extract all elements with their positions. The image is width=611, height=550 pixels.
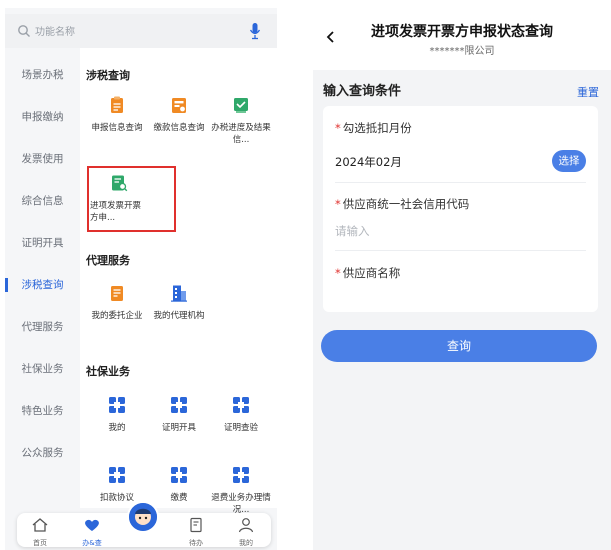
tab-label: 首页 (33, 539, 47, 547)
progress-doc-icon (234, 98, 248, 113)
tile-progress-result[interactable]: 办税进度及结果信... (210, 96, 272, 146)
microphone-icon[interactable] (249, 22, 261, 40)
tab-todo[interactable]: 待办 (181, 517, 211, 548)
sidebar-item-public[interactable]: 公众服务 (5, 445, 80, 460)
tile-my-entrusting-company[interactable]: 我的委托企业 (86, 284, 148, 322)
credit-label-text: 供应商统一社会信用代码 (342, 197, 470, 211)
section-title-agency: 代理服务 (86, 254, 130, 267)
sidebar-item-invoice-use[interactable]: 发票使用 (5, 151, 80, 166)
search-input[interactable]: 功能名称 (35, 23, 75, 38)
credit-code-input[interactable]: 请输入 (335, 223, 370, 239)
sidebar-item-social-insurance[interactable]: 社保业务 (5, 361, 80, 376)
tile-social-certificate[interactable]: 证明开具 (148, 396, 210, 434)
heart-icon (85, 519, 99, 531)
tab-label: 我的 (239, 539, 253, 547)
sidebar-item-general-info[interactable]: 综合信息 (5, 193, 80, 208)
grid-icon (109, 397, 125, 413)
sidebar-item-tax-query[interactable]: 涉税查询 (5, 277, 80, 292)
query-button[interactable]: 查询 (321, 330, 597, 362)
category-sidebar: 场景办税 申报缴纳 发票使用 综合信息 证明开具 涉税查询 代理服务 社保业务 … (5, 48, 80, 508)
search-icon (18, 25, 30, 37)
tile-declare-info-query[interactable]: 申报信息查询 (86, 96, 148, 134)
reset-button[interactable]: 重置 (577, 84, 599, 100)
grid-icon (109, 467, 125, 483)
tab-home[interactable]: 首页 (25, 517, 55, 548)
tile-label: 申报信息查询 (91, 123, 143, 133)
divider (335, 182, 586, 183)
page-header: 进项发票开票方申报状态查询 *******限公司 (313, 8, 611, 70)
form-title: 输入查询条件 (323, 84, 402, 99)
tile-label: 证明开具 (161, 423, 196, 433)
query-page: 进项发票开票方申报状态查询 *******限公司 输入查询条件 重置 * 勾选抵扣… (313, 8, 611, 550)
query-form: * 勾选抵扣月份 2024年02月 选择 * 供应商统一社会信用代码 请输入 * 供应… (323, 106, 598, 312)
tile-social-verify[interactable]: 证明查验 (210, 396, 272, 434)
entrust-doc-icon (111, 286, 123, 301)
assistant-avatar[interactable] (127, 501, 159, 533)
document-clock-icon (111, 96, 123, 113)
tile-input-invoice-issuer-query[interactable]: 进项发票开票方申... (90, 174, 148, 224)
service-hall-panel: 功能名称 场景办税 申报缴纳 发票使用 综合信息 证明开具 涉税查询 代理服务 … (5, 8, 277, 550)
credit-code-field-label: * 供应商统一社会信用代码 (335, 197, 470, 211)
grid-icon (233, 397, 249, 413)
supplier-name-label-text: 供应商名称 (342, 266, 401, 280)
company-name: *******限公司 (429, 46, 495, 57)
sidebar-item-certificate[interactable]: 证明开具 (5, 235, 80, 250)
robot-icon (129, 503, 157, 531)
tile-label: 证明查验 (223, 423, 258, 433)
tile-my-agency[interactable]: 我的代理机构 (148, 284, 210, 322)
tab-mine[interactable]: 我的 (231, 517, 261, 548)
home-icon (32, 518, 48, 532)
tile-social-mine[interactable]: 我的 (86, 396, 148, 434)
supplier-name-field-label: * 供应商名称 (335, 266, 401, 280)
sidebar-item-declare-pay[interactable]: 申报缴纳 (5, 109, 80, 124)
month-field-value[interactable]: 2024年02月 (335, 154, 402, 170)
tile-label: 我的 (108, 423, 126, 433)
tab-label: 办&查 (82, 539, 102, 547)
page-title: 进项发票开票方申报状态查询 (371, 24, 553, 40)
service-list: 涉税查询 申报信息查询 缴款信息查询 办税进度及结果信... 进项发票开票方申.… (80, 48, 277, 515)
tile-debit-agreement[interactable]: 扣款协议 (86, 466, 148, 504)
edit-doc-icon (190, 517, 202, 533)
month-field-label: * 勾选抵扣月份 (335, 121, 412, 135)
tile-label: 我的代理机构 (153, 311, 205, 321)
search-bar[interactable]: 功能名称 (5, 14, 277, 48)
tile-payment[interactable]: 缴费 (148, 466, 210, 504)
tab-office[interactable]: 办&查 (77, 517, 107, 548)
sidebar-item-special[interactable]: 特色业务 (5, 403, 80, 418)
tile-label: 缴款信息查询 (153, 123, 205, 133)
month-label-text: 勾选抵扣月份 (342, 121, 412, 135)
grid-icon (171, 397, 187, 413)
divider (335, 250, 586, 251)
user-icon (238, 518, 254, 533)
screenshot: 功能名称 场景办税 申报缴纳 发票使用 综合信息 证明开具 涉税查询 代理服务 … (0, 0, 611, 550)
section-title-social-insurance: 社保业务 (86, 365, 130, 378)
tile-label: 办税进度及结果信... (211, 123, 271, 145)
grid-icon (233, 467, 249, 483)
tile-label: 缴费 (170, 493, 188, 503)
tab-label: 待办 (189, 539, 203, 547)
sidebar-item-agency[interactable]: 代理服务 (5, 319, 80, 334)
grid-icon (171, 467, 187, 483)
sidebar-item-scene-tax[interactable]: 场景办税 (5, 67, 80, 82)
section-title-tax-query: 涉税查询 (86, 69, 130, 82)
payment-doc-icon (172, 98, 186, 113)
select-month-button[interactable]: 选择 (552, 150, 586, 172)
tile-payment-info-query[interactable]: 缴款信息查询 (148, 96, 210, 134)
tile-label: 我的委托企业 (91, 311, 143, 321)
tile-refund-status[interactable]: 退费业务办理情况... (210, 466, 272, 516)
invoice-search-icon (112, 175, 128, 192)
building-icon (171, 285, 187, 302)
tile-label: 进项发票开票方申... (90, 201, 142, 223)
